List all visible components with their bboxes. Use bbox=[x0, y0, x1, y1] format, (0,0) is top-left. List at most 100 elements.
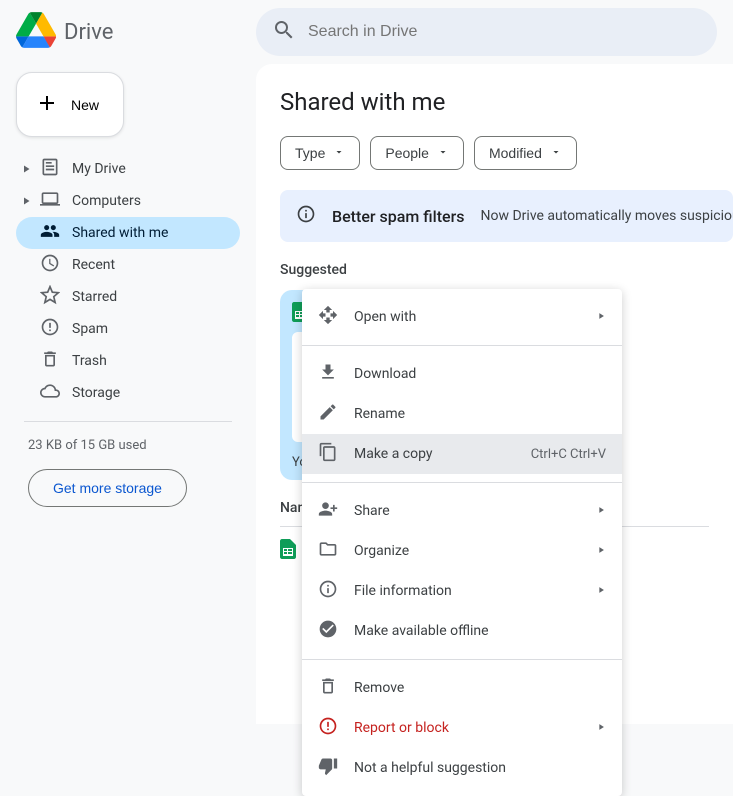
sidebar-item-label: Computers bbox=[72, 193, 141, 209]
menu-item-label: Share bbox=[354, 503, 390, 519]
remove-icon bbox=[318, 676, 338, 700]
menu-item-label: Remove bbox=[354, 680, 404, 696]
plus-icon bbox=[35, 91, 59, 118]
submenu-arrow-icon bbox=[596, 720, 606, 736]
sidebar-item-computers[interactable]: Computers bbox=[16, 185, 240, 217]
menu-separator bbox=[302, 659, 622, 660]
search-bar[interactable] bbox=[256, 8, 717, 56]
menu-item-label: Make available offline bbox=[354, 623, 489, 639]
menu-item-open-with[interactable]: Open with bbox=[302, 297, 622, 337]
menu-item-label: Rename bbox=[354, 406, 405, 422]
suggested-label: Suggested bbox=[280, 262, 733, 278]
storage-icon bbox=[40, 381, 60, 405]
sidebar-item-label: Storage bbox=[72, 385, 120, 401]
menu-item-share[interactable]: Share bbox=[302, 491, 622, 531]
recent-icon bbox=[40, 253, 60, 277]
menu-item-label: Not a helpful suggestion bbox=[354, 760, 506, 776]
sidebar-item-recent[interactable]: Recent bbox=[16, 249, 240, 281]
sidebar-item-my-drive[interactable]: My Drive bbox=[16, 153, 240, 185]
starred-icon bbox=[40, 285, 60, 309]
info-icon bbox=[296, 204, 316, 228]
header: Drive bbox=[0, 0, 733, 64]
filter-label: Modified bbox=[489, 145, 542, 161]
sidebar-item-label: Recent bbox=[72, 257, 115, 273]
storage-used-text: 23 KB of 15 GB used bbox=[16, 430, 240, 461]
computers-icon bbox=[40, 189, 60, 213]
logo[interactable]: Drive bbox=[16, 10, 256, 54]
menu-item-rename[interactable]: Rename bbox=[302, 394, 622, 434]
expand-icon[interactable] bbox=[20, 195, 32, 207]
menu-separator bbox=[302, 482, 622, 483]
menu-item-download[interactable]: Download bbox=[302, 354, 622, 394]
shared-icon bbox=[40, 221, 60, 245]
info-icon bbox=[318, 579, 338, 603]
menu-item-make-a-copy[interactable]: Make a copy Ctrl+C Ctrl+V bbox=[302, 434, 622, 474]
get-storage-button[interactable]: Get more storage bbox=[28, 469, 187, 507]
menu-item-make-available-offline[interactable]: Make available offline bbox=[302, 611, 622, 651]
expand-icon[interactable] bbox=[20, 163, 32, 175]
divider bbox=[24, 421, 232, 422]
menu-item-label: File information bbox=[354, 583, 452, 599]
menu-item-label: Organize bbox=[354, 543, 409, 559]
menu-item-label: Make a copy bbox=[354, 446, 433, 462]
filter-label: Type bbox=[295, 145, 325, 161]
drive-logo-icon bbox=[16, 10, 56, 54]
page-title: Shared with me bbox=[280, 88, 733, 116]
caret-down-icon bbox=[550, 145, 562, 161]
sidebar-item-label: Starred bbox=[72, 289, 117, 305]
menu-item-organize[interactable]: Organize bbox=[302, 531, 622, 571]
new-button[interactable]: New bbox=[16, 72, 124, 137]
menu-item-report-or-block[interactable]: Report or block bbox=[302, 708, 622, 748]
submenu-arrow-icon bbox=[596, 583, 606, 599]
sidebar-item-label: My Drive bbox=[72, 161, 126, 177]
keyboard-shortcut: Ctrl+C Ctrl+V bbox=[531, 447, 606, 462]
download-icon bbox=[318, 362, 338, 386]
search-icon bbox=[272, 18, 296, 46]
sidebar: New My Drive Computers Shared with me Recen… bbox=[0, 64, 256, 724]
context-menu: Open with Download Rename Make a copy Ctrl+C… bbox=[302, 289, 622, 796]
menu-item-not-a-helpful-suggestion[interactable]: Not a helpful suggestion bbox=[302, 748, 622, 788]
sidebar-item-label: Shared with me bbox=[72, 225, 168, 241]
banner-title: Better spam filters bbox=[332, 207, 465, 226]
filter-modified[interactable]: Modified bbox=[474, 136, 577, 170]
caret-down-icon bbox=[333, 145, 345, 161]
filter-row: Type People Modified bbox=[280, 136, 733, 170]
filter-label: People bbox=[385, 145, 429, 161]
menu-item-file-information[interactable]: File information bbox=[302, 571, 622, 611]
spam-banner: Better spam filters Now Drive automatica… bbox=[280, 190, 733, 242]
spam-icon bbox=[40, 317, 60, 341]
submenu-arrow-icon bbox=[596, 503, 606, 519]
sheets-icon bbox=[280, 539, 296, 563]
organize-icon bbox=[318, 539, 338, 563]
thumbs-down-icon bbox=[318, 756, 338, 780]
open-with-icon bbox=[318, 305, 338, 329]
filter-type[interactable]: Type bbox=[280, 136, 360, 170]
menu-item-label: Download bbox=[354, 366, 416, 382]
menu-item-remove[interactable]: Remove bbox=[302, 668, 622, 708]
sidebar-item-shared-with-me[interactable]: Shared with me bbox=[16, 217, 240, 249]
sidebar-item-trash[interactable]: Trash bbox=[16, 345, 240, 377]
new-button-label: New bbox=[71, 97, 99, 113]
sidebar-item-spam[interactable]: Spam bbox=[16, 313, 240, 345]
share-icon bbox=[318, 499, 338, 523]
caret-down-icon bbox=[437, 145, 449, 161]
sidebar-item-starred[interactable]: Starred bbox=[16, 281, 240, 313]
my-drive-icon bbox=[40, 157, 60, 181]
report-icon bbox=[318, 716, 338, 740]
search-input[interactable] bbox=[308, 23, 701, 41]
menu-item-label: Open with bbox=[354, 309, 416, 325]
submenu-arrow-icon bbox=[596, 309, 606, 325]
offline-icon bbox=[318, 619, 338, 643]
sidebar-item-label: Spam bbox=[72, 321, 108, 337]
rename-icon bbox=[318, 402, 338, 426]
banner-text: Now Drive automatically moves suspicious bbox=[481, 208, 733, 224]
app-name: Drive bbox=[64, 20, 113, 45]
trash-icon bbox=[40, 349, 60, 373]
sidebar-item-label: Trash bbox=[72, 353, 107, 369]
menu-separator bbox=[302, 345, 622, 346]
sidebar-item-storage[interactable]: Storage bbox=[16, 377, 240, 409]
copy-icon bbox=[318, 442, 338, 466]
submenu-arrow-icon bbox=[596, 543, 606, 559]
filter-people[interactable]: People bbox=[370, 136, 464, 170]
menu-item-label: Report or block bbox=[354, 720, 449, 736]
